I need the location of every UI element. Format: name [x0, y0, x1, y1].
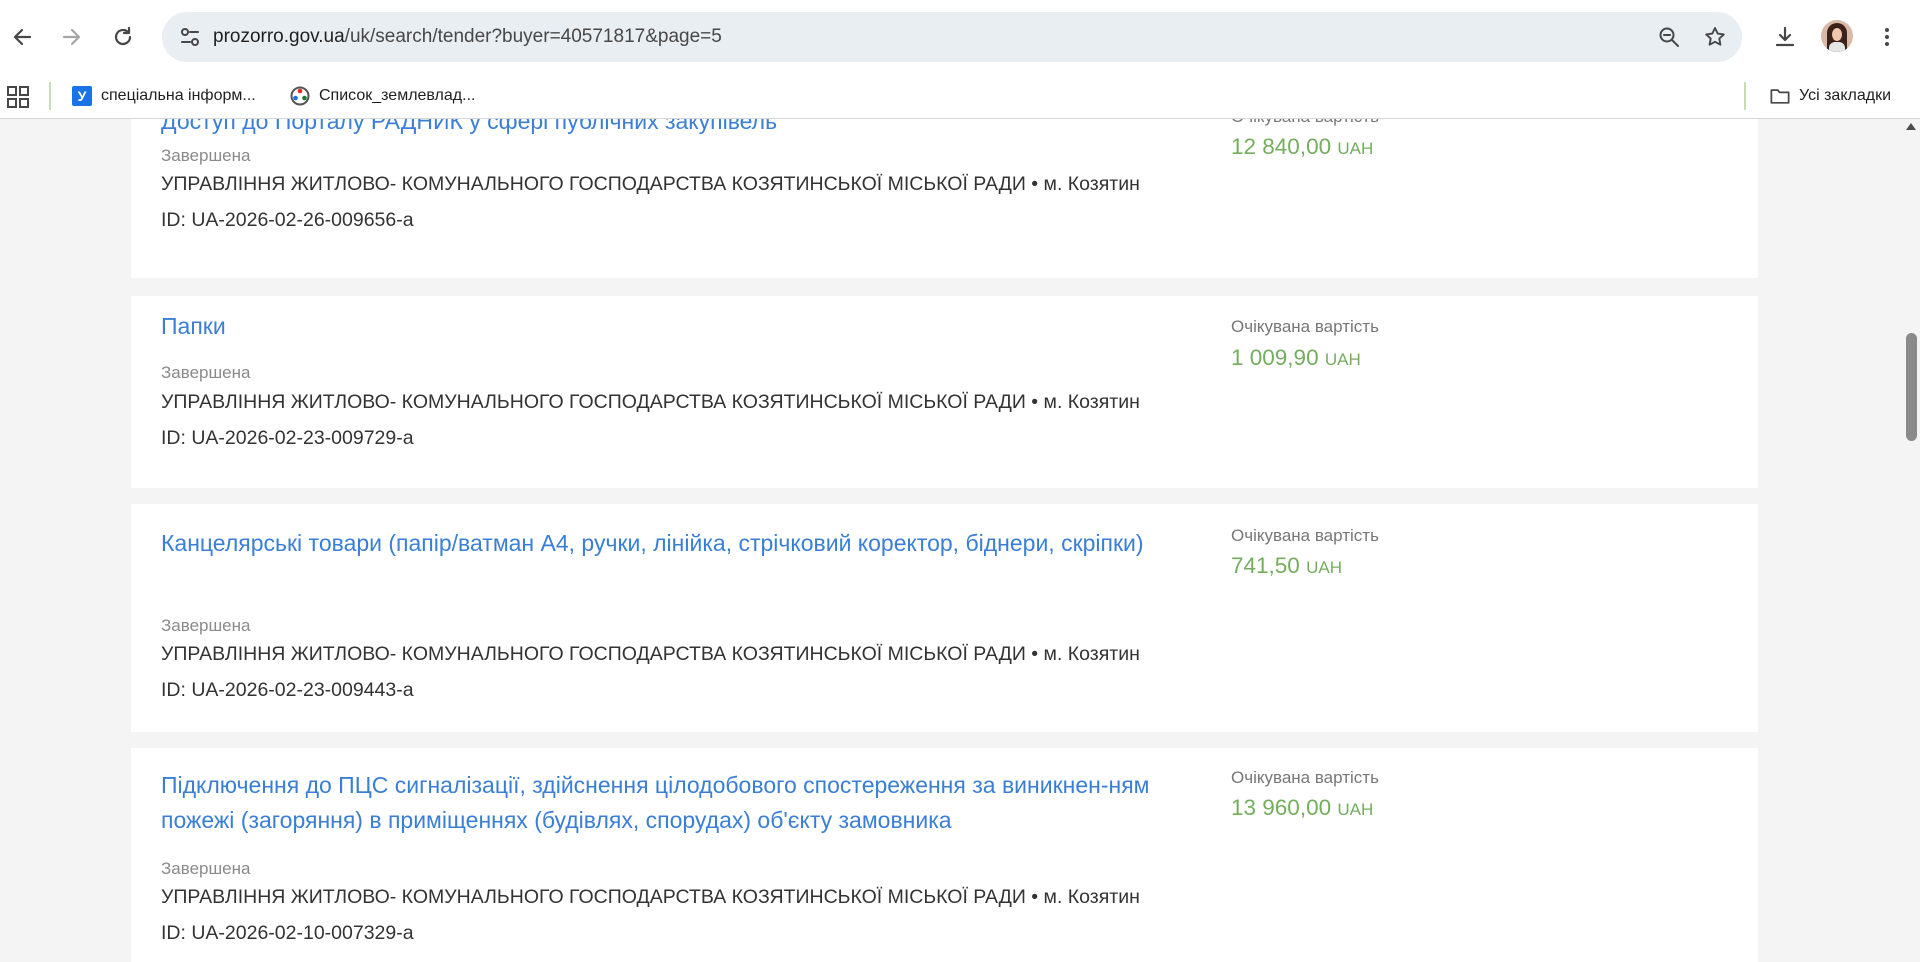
scrollbar-thumb[interactable] — [1906, 333, 1917, 441]
reload-button[interactable] — [104, 18, 142, 56]
price-currency: UAH — [1306, 558, 1342, 577]
avatar-face — [1832, 28, 1842, 41]
address-bar[interactable]: prozorro.gov.ua/uk/search/tender?buyer=4… — [162, 12, 1742, 62]
arrow-left-icon — [13, 28, 32, 46]
bookmark-label: Список_землевлад... — [319, 87, 476, 104]
bookmark-star-button[interactable] — [1701, 23, 1729, 51]
price-label: Очікувана вартість — [1231, 526, 1379, 545]
tender-card[interactable]: Канцелярські товари (папір/ватман А4, ру… — [131, 504, 1758, 732]
arrow-right-icon — [62, 28, 81, 46]
tender-price: 741,50 UAH — [1231, 553, 1342, 579]
page-scrollbar[interactable] — [1902, 119, 1920, 962]
browser-toolbar: prozorro.gov.ua/uk/search/tender?buyer=4… — [0, 0, 1920, 74]
tender-card[interactable]: Доступ до Порталу РАДНИК у сфері публічн… — [131, 119, 1758, 278]
price-label: Очікувана вартість — [1231, 317, 1379, 336]
url-path: /uk/search/tender?buyer=40571817&page=5 — [344, 26, 722, 47]
tender-price: 13 960,00 UAH — [1231, 795, 1373, 821]
bookmark-favicon-u-icon: У — [72, 86, 92, 106]
tender-title-link[interactable]: Підключення до ПЦС сигналізації, здійсне… — [161, 768, 1181, 838]
price-currency: UAH — [1337, 139, 1374, 158]
profile-avatar[interactable] — [1821, 20, 1853, 52]
more-vert-icon — [1885, 28, 1889, 46]
back-button[interactable] — [3, 18, 41, 56]
zoom-out-icon — [1659, 27, 1679, 47]
tender-status: Завершена — [161, 146, 251, 165]
tender-buyer: УПРАВЛІННЯ ЖИТЛОВО- КОМУНАЛЬНОГО ГОСПОДА… — [161, 643, 1140, 665]
price-value: 741,50 — [1231, 553, 1300, 578]
bookmarks-separator — [1744, 82, 1746, 110]
tender-id: ID: UA-2026-02-10-007329-a — [161, 922, 414, 944]
avatar-shirt — [1829, 42, 1845, 52]
tender-title-link[interactable]: Папки — [161, 309, 1181, 344]
price-label: Очікувана вартість — [1231, 768, 1379, 787]
tender-buyer: УПРАВЛІННЯ ЖИТЛОВО- КОМУНАЛЬНОГО ГОСПОДА… — [161, 173, 1140, 195]
tender-status: Завершена — [161, 859, 251, 878]
tender-buyer: УПРАВЛІННЯ ЖИТЛОВО- КОМУНАЛЬНОГО ГОСПОДА… — [161, 391, 1140, 413]
bookmark-item-2[interactable]: Список_землевлад... — [290, 82, 475, 110]
browser-menu-button[interactable] — [1868, 18, 1906, 56]
tender-title-link[interactable]: Доступ до Порталу РАДНИК у сфері публічн… — [161, 119, 1181, 139]
all-bookmarks-label: Усі закладки — [1799, 87, 1892, 104]
page-viewport: Доступ до Порталу РАДНИК у сфері публічн… — [0, 119, 1902, 962]
tender-card[interactable]: Папки Завершена УПРАВЛІННЯ ЖИТЛОВО- КОМУ… — [131, 296, 1758, 488]
forward-button[interactable] — [53, 18, 91, 56]
price-value: 12 840,00 — [1231, 134, 1332, 159]
tender-id: ID: UA-2026-02-23-009443-a — [161, 679, 414, 701]
url-host: prozorro.gov.ua — [213, 26, 345, 47]
url-text[interactable]: prozorro.gov.ua/uk/search/tender?buyer=4… — [213, 26, 722, 48]
tender-card[interactable]: Підключення до ПЦС сигналізації, здійсне… — [131, 748, 1758, 962]
tune-icon — [181, 28, 199, 46]
tender-price: 1 009,90 UAH — [1231, 345, 1361, 371]
scroll-up-arrow-icon[interactable] — [1906, 123, 1916, 130]
downloads-button[interactable] — [1766, 18, 1804, 56]
bookmark-label: спеціальна інформ... — [101, 87, 256, 104]
price-label: Очікувана вартість — [1231, 119, 1379, 127]
tender-status: Завершена — [161, 363, 251, 382]
apps-grid-icon[interactable] — [7, 86, 29, 108]
tender-id: ID: UA-2026-02-26-009656-a — [161, 209, 414, 231]
tender-buyer: УПРАВЛІННЯ ЖИТЛОВО- КОМУНАЛЬНОГО ГОСПОДА… — [161, 886, 1140, 908]
price-value: 1 009,90 — [1231, 345, 1319, 370]
price-currency: UAH — [1324, 350, 1361, 369]
all-bookmarks-button[interactable]: Усі закладки — [1770, 82, 1891, 110]
tender-id: ID: UA-2026-02-23-009729-a — [161, 427, 414, 449]
site-info-button[interactable] — [176, 23, 204, 51]
wikipedia-favicon-icon — [290, 86, 310, 106]
folder-icon — [1770, 86, 1790, 106]
star-icon — [1705, 27, 1725, 46]
tender-price: 12 840,00 UAH — [1231, 134, 1373, 160]
tender-title-link[interactable]: Канцелярські товари (папір/ватман А4, ру… — [161, 526, 1181, 561]
bookmarks-separator — [49, 82, 51, 110]
tender-status: Завершена — [161, 616, 251, 635]
download-icon — [1775, 26, 1795, 47]
price-currency: UAH — [1337, 800, 1374, 819]
bookmark-item-1[interactable]: У спеціальна інформ... — [72, 82, 256, 110]
zoom-button[interactable] — [1655, 23, 1683, 51]
price-value: 13 960,00 — [1231, 795, 1332, 820]
reload-icon — [114, 26, 132, 46]
bookmarks-bar: У спеціальна інформ... Список_землевлад.… — [0, 74, 1920, 119]
